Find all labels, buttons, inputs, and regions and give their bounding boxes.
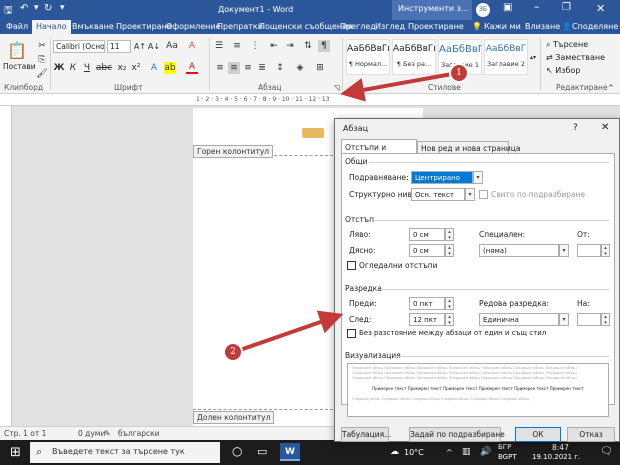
arrow-to-dialog-launcher — [340, 72, 453, 102]
arrow-to-spacing-after — [239, 310, 344, 352]
callout-1: 1 — [449, 63, 469, 83]
callout-2: 2 — [223, 342, 243, 362]
annotation-arrows — [239, 72, 453, 352]
